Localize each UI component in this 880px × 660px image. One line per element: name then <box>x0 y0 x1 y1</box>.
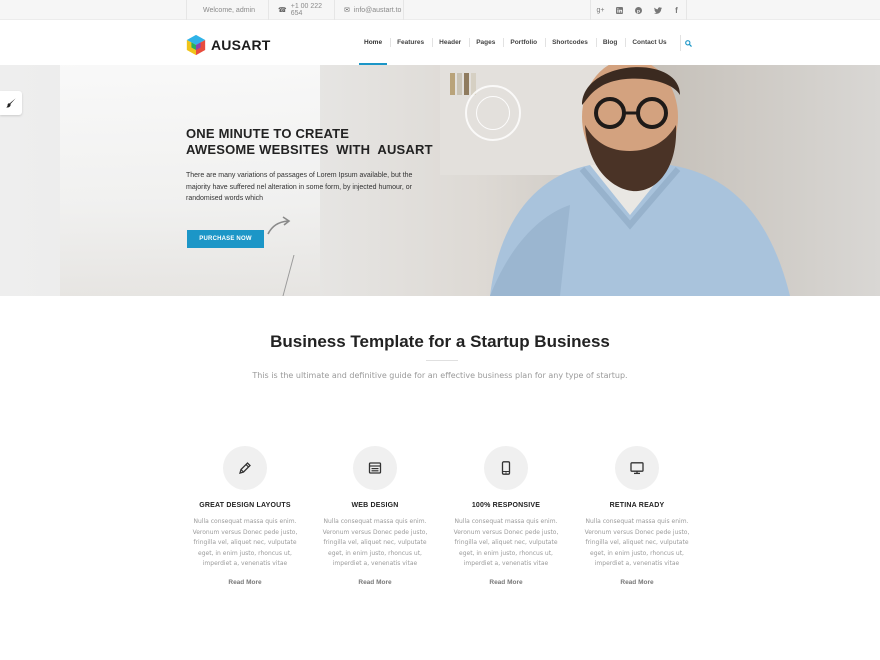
svg-text:p: p <box>637 9 640 14</box>
twitter-icon[interactable] <box>648 0 667 20</box>
read-more-link[interactable]: Read More <box>572 579 702 586</box>
section-title: Business Template for a Startup Business <box>270 332 610 351</box>
nav-shortcodes[interactable]: Shortcodes <box>544 20 595 65</box>
mobile-icon <box>501 461 511 475</box>
top-bar: Welcome, admin ☎ +1 00 222 654 ✉ info@au… <box>0 0 880 20</box>
feature-card: RETINA READY Nulla consequat massa quis … <box>572 446 702 586</box>
facebook-icon[interactable]: f <box>667 0 686 20</box>
site-logo[interactable]: AUSART <box>185 34 271 56</box>
search-icon <box>685 39 692 47</box>
nav-blog[interactable]: Blog <box>595 20 624 65</box>
feature-icon-circle <box>223 446 267 490</box>
section-divider <box>426 360 458 361</box>
feature-icon-circle <box>615 446 659 490</box>
curved-arrow-icon <box>267 216 291 235</box>
site-header: AUSART Home Features Header Pages Portfo… <box>0 20 880 65</box>
brand-name: AUSART <box>211 37 271 53</box>
feature-title: RETINA READY <box>609 502 665 509</box>
feature-text: Nulla consequat massa quis enim. Veronum… <box>322 518 428 567</box>
nav-portfolio[interactable]: Portfolio <box>502 20 544 65</box>
style-switcher-toggle[interactable] <box>0 91 22 115</box>
read-more-link[interactable]: Read More <box>441 579 571 586</box>
paintbrush-icon <box>6 98 16 108</box>
purchase-now-button[interactable]: PURCHASE NOW <box>187 230 264 248</box>
social-links: g+ p f <box>590 0 687 20</box>
logo-cube-icon <box>186 34 206 56</box>
search-button[interactable] <box>680 35 696 51</box>
phone-contact: ☎ +1 00 222 654 <box>268 0 334 20</box>
feature-text: Nulla consequat massa quis enim. Veronum… <box>453 518 559 567</box>
features-row: GREAT DESIGN LAYOUTS Nulla consequat mas… <box>180 446 710 596</box>
feature-title: GREAT DESIGN LAYOUTS <box>199 502 291 509</box>
feature-icon-circle <box>484 446 528 490</box>
main-nav: Home Features Header Pages Portfolio Sho… <box>356 20 674 65</box>
hero-title: ONE MINUTE TO CREATE AWESOME WEBSITES WI… <box>186 126 433 158</box>
section-subtitle: This is the ultimate and definitive guid… <box>252 371 628 380</box>
nav-header[interactable]: Header <box>431 20 468 65</box>
hero-title-line-2: AWESOME WEBSITES WITH AUSART <box>186 142 433 157</box>
welcome-text: Welcome, admin <box>186 0 268 20</box>
feature-text: Nulla consequat massa quis enim. Veronum… <box>584 518 690 567</box>
phone-icon: ☎ <box>278 7 287 14</box>
monitor-icon <box>630 462 644 475</box>
pencil-icon <box>239 462 251 474</box>
google-plus-icon[interactable]: g+ <box>591 0 610 20</box>
feature-card: WEB DESIGN Nulla consequat massa quis en… <box>310 446 440 586</box>
phone-number: +1 00 222 654 <box>290 3 323 17</box>
read-more-link[interactable]: Read More <box>180 579 310 586</box>
nav-features[interactable]: Features <box>389 20 431 65</box>
email-contact[interactable]: ✉ info@austart.to <box>334 0 404 20</box>
feature-title: WEB DESIGN <box>351 502 399 509</box>
feature-icon-circle <box>353 446 397 490</box>
hero-decor-ring-inner <box>476 96 510 130</box>
mail-icon: ✉ <box>344 7 350 14</box>
nav-pages[interactable]: Pages <box>468 20 502 65</box>
feature-text: Nulla consequat massa quis enim. Veronum… <box>192 518 298 567</box>
feature-title: 100% RESPONSIVE <box>471 502 541 509</box>
feature-card: GREAT DESIGN LAYOUTS Nulla consequat mas… <box>180 446 310 586</box>
browser-icon <box>368 462 382 474</box>
nav-contact-us[interactable]: Contact Us <box>624 20 673 65</box>
hero-description: There are many variations of passages of… <box>186 172 413 202</box>
email-address[interactable]: info@austart.to <box>354 7 402 14</box>
read-more-link[interactable]: Read More <box>310 579 440 586</box>
hero-title-line-1: ONE MINUTE TO CREATE <box>186 126 350 141</box>
feature-card: 100% RESPONSIVE Nulla consequat massa qu… <box>441 446 571 586</box>
linkedin-icon[interactable] <box>610 0 629 20</box>
hero-banner <box>0 65 880 296</box>
hero-person-image <box>490 65 790 296</box>
pinterest-icon[interactable]: p <box>629 0 648 20</box>
nav-home[interactable]: Home <box>356 20 389 65</box>
